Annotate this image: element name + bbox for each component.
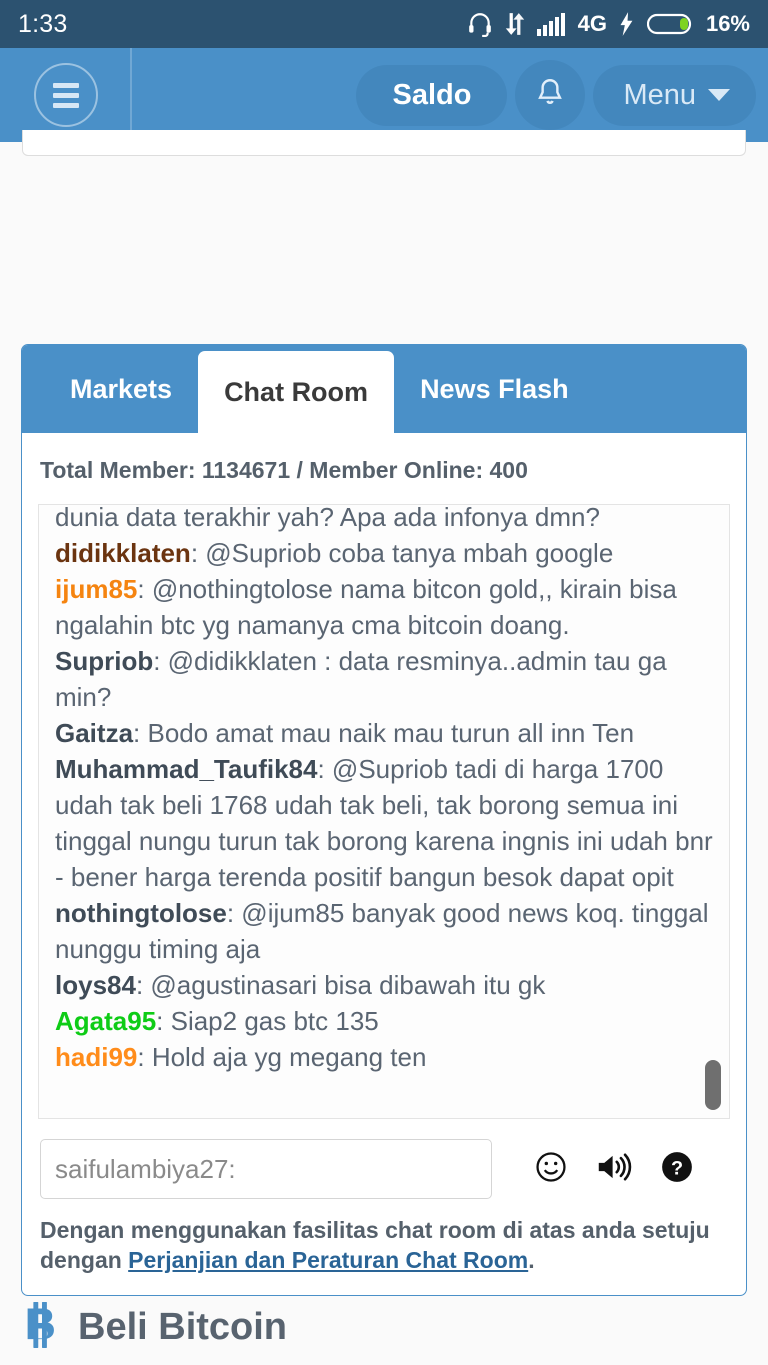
app-header: Saldo Menu	[0, 48, 768, 142]
chat-disclaimer: Dengan menggunakan fasilitas chat room d…	[22, 1205, 746, 1295]
chat-text: : @agustinasari bisa dibawah itu gk	[135, 970, 546, 1000]
svg-text:?: ?	[671, 1157, 683, 1179]
chat-input-icons: ?	[534, 1150, 694, 1189]
hamburger-icon[interactable]	[34, 63, 98, 127]
chat-text: : Hold aja yg megang ten	[137, 1042, 427, 1072]
battery-percent-label: 16%	[705, 11, 750, 36]
status-indicators: 4G 16%	[467, 11, 750, 37]
chat-input-row: ?	[22, 1119, 746, 1205]
chat-text: : Bodo amat mau naik mau turun all inn T…	[133, 718, 635, 748]
sound-icon[interactable]	[596, 1150, 632, 1189]
chat-rules-link[interactable]: Perjanjian dan Peraturan Chat Room	[128, 1247, 528, 1273]
member-count-label: Total Member: 1134671 / Member Online: 4…	[40, 457, 528, 483]
tab-chat-room[interactable]: Chat Room	[198, 351, 395, 433]
bitcoin-icon	[22, 1302, 62, 1353]
header-actions: Saldo Menu	[356, 60, 768, 130]
chat-message: didikklaten: @Supriob coba tanya mbah go…	[55, 535, 713, 571]
buy-bitcoin-heading: Beli Bitcoin	[22, 1302, 287, 1353]
chat-username[interactable]: Supriob	[55, 646, 153, 676]
battery-icon	[646, 12, 695, 36]
page-body: Markets Chat Room News Flash Total Membe…	[0, 130, 768, 1365]
chat-username[interactable]: Muhammad_Taufik84	[55, 754, 317, 784]
chat-message: Muhammad_Taufik84: @Supriob tadi di harg…	[55, 751, 713, 895]
chat-username[interactable]: hadi99	[55, 1042, 137, 1072]
data-transfer-icon	[504, 11, 526, 37]
chat-username[interactable]: Gaitza	[55, 718, 133, 748]
charging-bolt-icon	[618, 11, 636, 37]
network-type-label: 4G	[577, 11, 607, 36]
chevron-down-icon	[708, 89, 730, 101]
chat-messages-inner: kira kira yg punya bitcoin gold berapa b…	[39, 504, 729, 1075]
chat-username[interactable]: didikklaten	[55, 538, 191, 568]
header-divider	[130, 48, 132, 142]
notification-button[interactable]	[515, 60, 586, 130]
chat-text: : @Supriob coba tanya mbah google	[190, 538, 614, 568]
bell-icon	[533, 76, 567, 115]
chat-username[interactable]: Agata95	[55, 1006, 156, 1036]
chat-text: : @nothingtolose nama bitcon gold,, kira…	[55, 574, 677, 640]
tab-news-flash[interactable]: News Flash	[394, 345, 595, 433]
headset-icon	[467, 11, 493, 37]
chat-username[interactable]: ijum85	[55, 574, 137, 604]
chat-message: ijum85: @nothingtolose nama bitcon gold,…	[55, 571, 713, 643]
chat-scrollbar[interactable]	[705, 505, 723, 1118]
smiley-icon[interactable]	[534, 1150, 568, 1189]
menu-label: Menu	[623, 78, 696, 111]
panel-tabs: Markets Chat Room News Flash	[22, 345, 746, 433]
chat-message: hadi99: Hold aja yg megang ten	[55, 1039, 713, 1075]
chat-message-list[interactable]: kira kira yg punya bitcoin gold berapa b…	[38, 504, 730, 1119]
saldo-button[interactable]: Saldo	[356, 64, 508, 126]
tab-markets[interactable]: Markets	[44, 345, 198, 433]
previous-card-stub	[22, 130, 746, 156]
chat-username[interactable]: nothingtolose	[55, 898, 227, 928]
chat-message-input[interactable]	[40, 1139, 492, 1199]
chatroom-panel: Markets Chat Room News Flash Total Membe…	[21, 344, 747, 1296]
chat-message: Agata95: Siap2 gas btc 135	[55, 1003, 713, 1039]
chat-message: Gaitza: Bodo amat mau naik mau turun all…	[55, 715, 713, 751]
disclaimer-suffix: .	[528, 1247, 535, 1273]
menu-dropdown-button[interactable]: Menu	[593, 64, 756, 126]
signal-bars-icon	[536, 12, 567, 36]
chat-message: nothingtolose: @ijum85 banyak good news …	[55, 895, 713, 967]
chat-message: Supriob: @didikklaten : data resminya..a…	[55, 643, 713, 715]
page-title: Beli Bitcoin	[78, 1306, 288, 1348]
chat-message: dunia data terakhir yah? Apa ada infonya…	[55, 504, 600, 532]
chat-text: : Siap2 gas btc 135	[156, 1006, 379, 1036]
chat-username[interactable]: loys84	[55, 970, 136, 1000]
status-clock: 1:33	[18, 9, 68, 38]
chat-scrollbar-thumb[interactable]	[705, 1060, 721, 1110]
help-icon[interactable]: ?	[660, 1150, 694, 1189]
android-status-bar: 1:33 4G 16%	[0, 0, 768, 48]
chat-message: loys84: @agustinasari bisa dibawah itu g…	[55, 967, 713, 1003]
